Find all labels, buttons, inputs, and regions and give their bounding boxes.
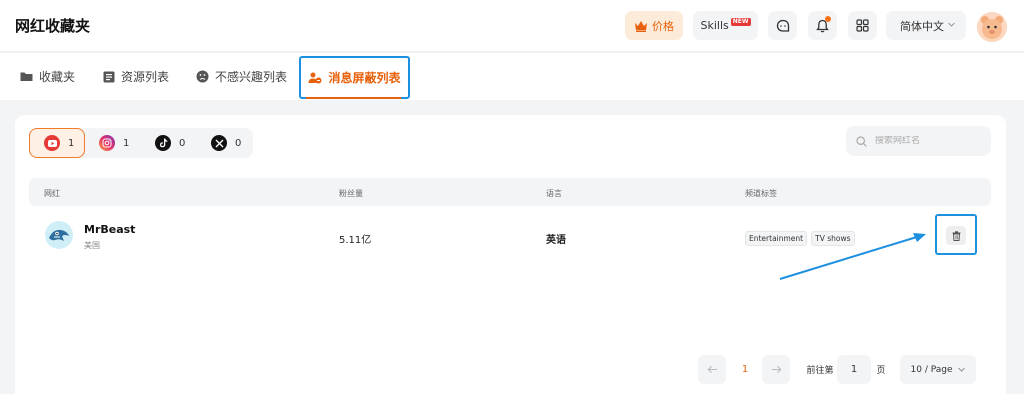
- creator-avatar[interactable]: [45, 221, 73, 249]
- platform-count: 0: [235, 137, 242, 149]
- tab-message-block[interactable]: 消息屏蔽列表: [299, 56, 410, 99]
- apps-button[interactable]: [848, 11, 877, 40]
- price-button[interactable]: 价格: [625, 11, 683, 40]
- platform-count: 1: [68, 137, 75, 149]
- notification-button[interactable]: [808, 11, 837, 40]
- tab-label: 不感兴趣列表: [215, 70, 288, 84]
- new-badge: NEW: [730, 17, 751, 26]
- chevron-down-icon: [957, 367, 965, 372]
- folder-icon: [20, 72, 33, 81]
- next-page-button[interactable]: [762, 355, 790, 384]
- skills-label: Skills: [700, 19, 729, 32]
- skills-button[interactable]: Skills NEW: [693, 11, 758, 40]
- youtube-icon: [44, 135, 60, 151]
- chat-icon: [776, 19, 789, 32]
- platform-x[interactable]: 0: [211, 128, 241, 158]
- page-size-select[interactable]: 10 / Page: [900, 355, 976, 384]
- platform-filter: 1 1 0 0: [29, 128, 253, 158]
- language-label: 简体中文: [900, 19, 944, 33]
- trash-icon: [952, 230, 960, 241]
- tab-resources[interactable]: 资源列表: [103, 53, 169, 100]
- platform-count: 0: [179, 137, 186, 149]
- prev-page-button[interactable]: [698, 355, 726, 384]
- user-avatar[interactable]: [977, 12, 1007, 42]
- platform-count: 1: [123, 137, 130, 149]
- page-number[interactable]: 1: [731, 355, 759, 384]
- tab-label: 收藏夹: [39, 70, 76, 84]
- search-input[interactable]: [875, 136, 975, 146]
- tiktok-icon: [155, 135, 171, 151]
- instagram-icon: [99, 135, 115, 151]
- apps-grid-icon: [856, 19, 869, 32]
- app-title: 网红收藏夹: [15, 17, 91, 35]
- channel-tags: Entertainment TV shows: [745, 231, 859, 246]
- top-bar: 网红收藏夹 价格 Skills NEW 简体中文: [0, 0, 1024, 52]
- tab-bar: 收藏夹 资源列表 不感兴趣列表 消息屏蔽列表: [0, 53, 1024, 100]
- channel-tag: Entertainment: [745, 231, 808, 246]
- content-card: 1 1 0 0 网红 粉丝量 语言 频道标签: [15, 115, 1006, 394]
- creator-name[interactable]: MrBeast: [84, 223, 135, 236]
- users-block-icon: [308, 72, 322, 83]
- platform-tiktok[interactable]: 0: [155, 128, 185, 158]
- tab-not-interested[interactable]: 不感兴趣列表: [196, 53, 287, 100]
- search-box: [846, 126, 991, 156]
- channel-tag: TV shows: [811, 231, 855, 246]
- table-row[interactable]: MrBeast 美国 5.11亿 英语 Entertainment TV sho…: [29, 207, 991, 267]
- fans-count: 5.11亿: [339, 235, 372, 246]
- platform-youtube[interactable]: 1: [29, 128, 85, 158]
- x-icon: [211, 135, 227, 151]
- creator-country: 美国: [84, 241, 100, 250]
- sad-face-icon: [196, 70, 209, 83]
- column-header-creator: 网红: [44, 189, 60, 198]
- tab-label: 资源列表: [121, 70, 170, 84]
- arrow-left-icon: [707, 365, 717, 374]
- delete-highlight-box: [935, 214, 977, 255]
- table-header: 网红 粉丝量 语言 频道标签: [29, 178, 991, 206]
- chat-button[interactable]: [768, 11, 797, 40]
- creator-language: 英语: [546, 235, 566, 246]
- column-header-language: 语言: [546, 189, 562, 198]
- page-unit-label: 页: [876, 366, 886, 376]
- platform-instagram[interactable]: 1: [99, 128, 129, 158]
- tab-label: 消息屏蔽列表: [328, 71, 401, 85]
- column-header-tags: 频道标签: [745, 189, 777, 198]
- notification-dot: [825, 16, 831, 22]
- delete-button[interactable]: [946, 226, 966, 245]
- goto-page-input[interactable]: 1: [837, 355, 871, 384]
- search-icon: [856, 135, 867, 147]
- tab-favorites[interactable]: 收藏夹: [20, 53, 75, 100]
- chevron-down-icon: [948, 22, 955, 27]
- column-header-fans: 粉丝量: [339, 189, 363, 198]
- arrow-right-icon: [771, 365, 781, 374]
- language-select[interactable]: 简体中文: [886, 11, 966, 40]
- active-tab-indicator: [306, 97, 401, 99]
- goto-label: 前往第: [806, 366, 834, 376]
- crown-icon: [635, 20, 647, 32]
- list-icon: [103, 71, 115, 82]
- price-label: 价格: [652, 19, 674, 33]
- page-size-label: 10 / Page: [910, 364, 953, 375]
